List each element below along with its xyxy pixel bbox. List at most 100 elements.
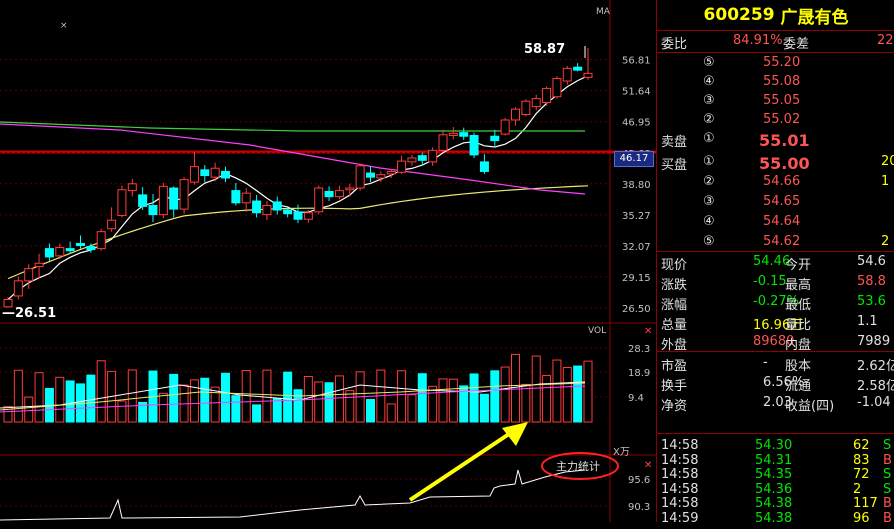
stat-row: 净资 2.03 收益(四) -1.04	[657, 393, 894, 414]
tick-row: 14:59 54.38 96 B	[657, 509, 894, 529]
main-force-stats-button[interactable]: 主力统计	[556, 458, 600, 474]
sell-level-index: ③	[703, 93, 715, 108]
high-price-marker: 58.87	[524, 42, 566, 57]
tick-price: 54.38	[755, 510, 793, 526]
main-force-flow-line	[0, 469, 586, 521]
sell-level-index: ⑤	[703, 55, 715, 70]
stat-label-2: 流通	[785, 379, 812, 394]
ma-magenta-line	[0, 123, 586, 195]
flow-close-icon[interactable]: ✕	[644, 460, 652, 471]
candle-up	[562, 67, 572, 82]
volume-bar-up	[386, 403, 396, 423]
volume-axis-label: 28.3	[628, 344, 650, 355]
buy-level-row: ④ 54.64	[657, 212, 894, 232]
candle-up	[355, 165, 365, 189]
volume-bar-down	[417, 373, 427, 423]
sell-level-row: ③ 55.05	[657, 91, 894, 111]
price-axis-label: 29.15	[622, 273, 651, 284]
candle-down	[148, 204, 158, 216]
stock-name: 广晟有色	[780, 7, 849, 28]
volume-bar-down	[86, 374, 96, 423]
candle-down	[573, 66, 583, 71]
candle-up	[552, 78, 562, 98]
volume-axis-label: 18.9	[628, 368, 650, 379]
stat-label-2: 股本	[785, 359, 812, 374]
stat-label-2: 最低	[785, 298, 812, 313]
stat-row: 总量 16.96万 量比 1.1	[657, 312, 894, 333]
flow-axis-label: 90.3	[628, 502, 650, 513]
tick-time: 14:59	[661, 510, 699, 526]
volume-bar-up	[583, 360, 593, 423]
volume-bar-down	[272, 398, 282, 423]
kline-chart[interactable]: 56.8151.6446.9542.6838.8035.2732.0729.15…	[0, 0, 656, 522]
stock-code: 600259	[703, 5, 775, 25]
order-diff-label: 委差	[783, 37, 810, 52]
buy-price: 54.64	[763, 214, 801, 229]
stat-label-2: 今开	[785, 258, 812, 273]
candle-down	[417, 155, 427, 161]
price-axis-label: 51.64	[622, 87, 651, 98]
ma-yellow-line	[7, 185, 589, 280]
candle-down	[169, 187, 179, 210]
volume-bar-up	[542, 374, 552, 423]
order-diff-value: 22	[877, 33, 894, 48]
volume-bar-up	[241, 370, 251, 423]
candle-up	[158, 185, 168, 216]
candle-up	[127, 183, 137, 192]
buy-level-row: ② 54.66 1	[657, 172, 894, 192]
candle-up	[428, 149, 438, 163]
candle-down	[65, 248, 75, 252]
buy-level-index: ③	[703, 194, 715, 209]
cross-cursor-icon: ×	[60, 21, 68, 31]
candle-down	[324, 190, 334, 198]
volume-bar-up	[521, 383, 531, 423]
buy-price: 54.66	[763, 174, 801, 189]
price-axis-label: 32.07	[622, 242, 651, 253]
volume-bar-down	[200, 377, 210, 423]
candle-down	[231, 190, 241, 204]
candle-up	[511, 108, 520, 121]
candle-up	[448, 132, 458, 137]
volume-bar-down	[221, 372, 230, 423]
volume-bar-down	[252, 404, 262, 423]
stat-label: 涨幅	[661, 298, 688, 313]
volume-bar-up	[428, 385, 438, 423]
candle-up	[345, 187, 355, 191]
candle-up	[438, 134, 448, 151]
candle-up	[262, 204, 272, 216]
candle-up	[397, 160, 407, 173]
candle-up	[210, 167, 220, 178]
candle-up	[96, 231, 106, 250]
volume-bar-up	[189, 379, 199, 423]
stat-value-2: 2.58亿	[857, 379, 894, 394]
candle-up	[376, 174, 386, 179]
candle-down	[293, 211, 303, 220]
buy-price: 54.65	[763, 194, 801, 209]
stat-label: 总量	[661, 318, 688, 333]
candle-up	[583, 72, 593, 78]
volume-bar-up	[314, 381, 324, 423]
candle-down	[138, 194, 148, 207]
volume-bar-down	[169, 373, 179, 423]
stat-label: 市盈	[661, 359, 688, 374]
candle-up	[500, 119, 510, 135]
stat-label-2: 收益(四)	[785, 399, 835, 414]
volume-bar-up	[262, 369, 272, 423]
volume-close-icon[interactable]: ✕	[644, 326, 652, 337]
volume-bar-up	[24, 396, 34, 423]
stat-value-2: 2.62亿	[857, 359, 894, 374]
sell-price: 55.08	[763, 74, 801, 89]
volume-bar-up	[55, 376, 65, 423]
candle-up	[314, 187, 324, 213]
candle-up	[55, 247, 65, 257]
price-axis-label: 46.95	[622, 118, 651, 129]
candle-up	[117, 189, 127, 217]
stat-label: 净资	[661, 399, 688, 414]
volume-bar-up	[531, 355, 541, 423]
candle-up	[386, 170, 396, 175]
stat-label: 现价	[661, 258, 688, 273]
volume-bar-up	[511, 353, 520, 423]
buy-level-row: ③ 54.65	[657, 192, 894, 212]
current-price-tag: 46.17	[614, 151, 654, 167]
ma5-line	[7, 75, 589, 300]
